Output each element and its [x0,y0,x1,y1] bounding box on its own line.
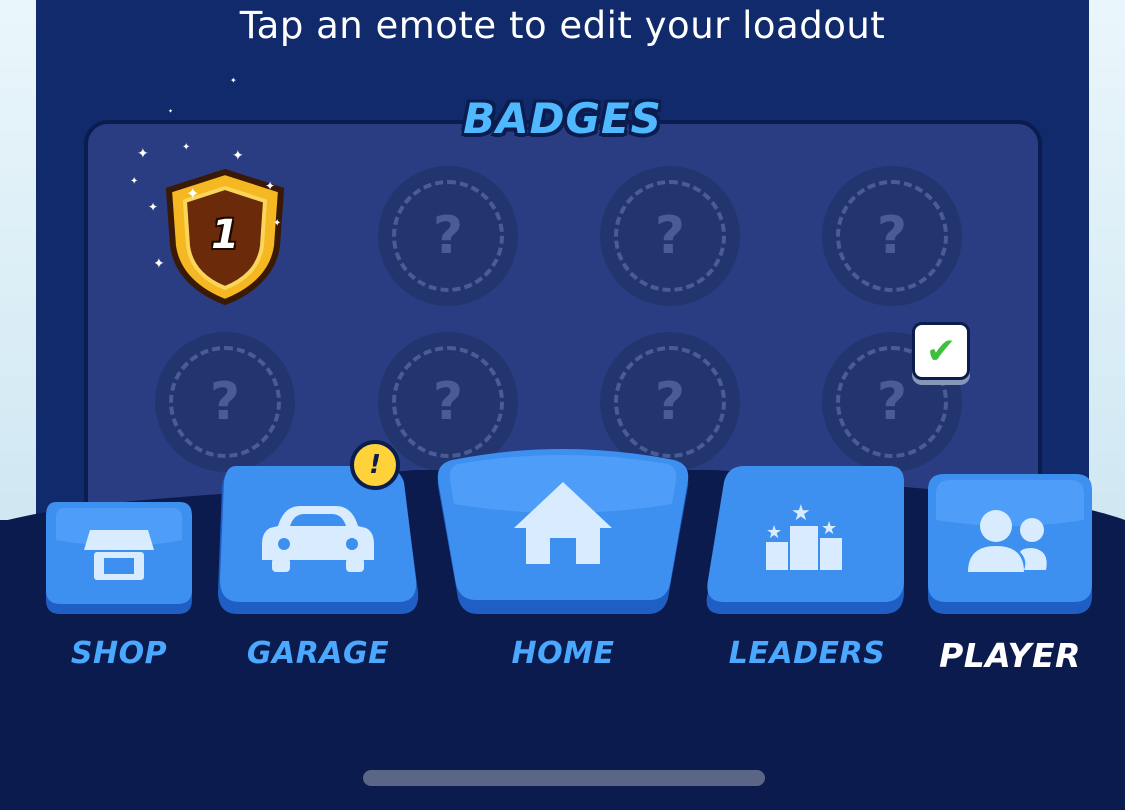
garage-button[interactable] [214,462,422,618]
sparkle-icon: ✦ [130,176,139,187]
nav-label-shop[interactable]: SHOP [42,636,196,671]
alert-badge: ! [350,440,400,490]
background-right [1089,0,1125,540]
question-mark-icon: ? [654,206,686,266]
sparkle-icon: ✦ [148,200,159,214]
nav-label-player[interactable]: PLAYER [924,636,1096,675]
leaders-button[interactable]: ★ ★ ★ [704,462,910,618]
badge-slot-empty[interactable]: ? [155,332,295,472]
sparkle-icon: ✦ [230,76,237,85]
badge-rank-number: 1 [211,212,239,258]
badge-rank-1[interactable]: ✦ ✦ ✦ ✦ 1 [153,168,295,312]
svg-text:✦: ✦ [155,256,165,272]
nav-label-home[interactable]: HOME [434,636,692,671]
badge-slot-empty[interactable]: ? [378,166,518,306]
svg-text:✦: ✦ [186,184,199,203]
nav-label-leaders[interactable]: LEADERS [704,636,910,671]
sparkle-icon: ✦ [182,142,191,153]
player-button[interactable] [924,470,1096,618]
svg-text:★: ★ [821,518,837,539]
sparkle-icon: ✦ [137,146,149,162]
question-mark-icon: ? [654,372,686,432]
nav-label-garage[interactable]: GARAGE [214,636,422,671]
home-indicator[interactable] [363,770,765,786]
question-mark-icon: ? [432,372,464,432]
question-mark-icon: ? [876,206,908,266]
svg-text:★: ★ [766,522,782,543]
svg-text:✦: ✦ [273,218,281,229]
svg-text:★: ★ [791,501,811,526]
home-button[interactable] [434,446,692,618]
shop-icon [84,530,154,580]
svg-text:✦: ✦ [265,179,275,193]
instruction-text: Tap an emote to edit your loadout [239,4,886,47]
sparkle-icon: ✦ [232,148,244,164]
selected-checkmark-icon: ✔ [912,322,970,380]
question-mark-icon: ? [876,372,908,432]
question-mark-icon: ? [432,206,464,266]
question-mark-icon: ? [209,372,241,432]
shop-button[interactable] [42,500,196,618]
badge-slot-empty[interactable]: ? [600,166,740,306]
badges-title: BADGES [463,94,662,143]
badge-slot-empty[interactable]: ? [822,166,962,306]
background-left [0,0,36,540]
